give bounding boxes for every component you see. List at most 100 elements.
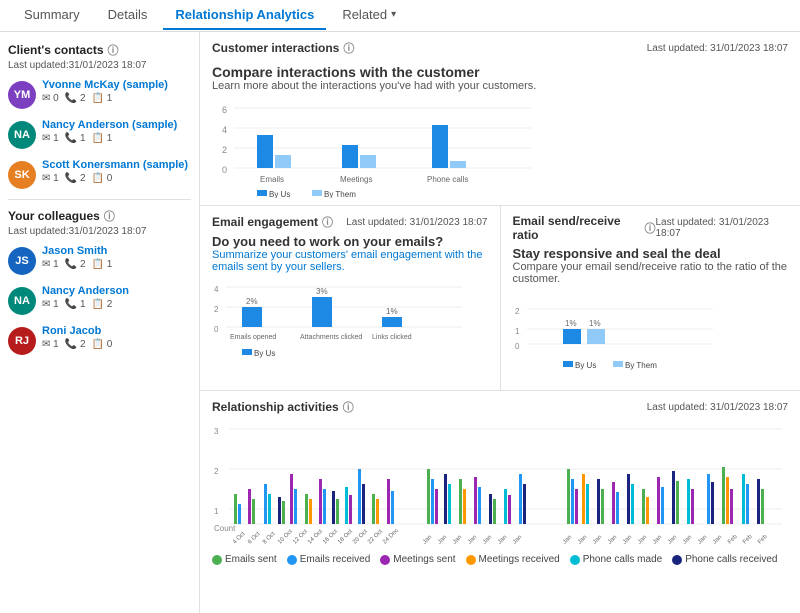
email-engagement-desc: Summarize your customers' email engageme… <box>212 249 488 273</box>
email-engagement-chart-svg: 4 2 0 2% 3% 1% <box>212 277 472 367</box>
client-contacts-title: Client's contacts ⓘ <box>8 42 191 58</box>
contact-name[interactable]: Yvonne McKay (sample) <box>42 79 191 91</box>
phone-count: 📞 2 <box>65 339 86 350</box>
activities-info-icon[interactable]: ⓘ <box>343 399 354 415</box>
relationship-activities-section: Relationship activities ⓘ Last updated: … <box>200 391 800 613</box>
interactions-chart-svg: 6 4 2 0 <box>212 98 552 198</box>
svg-text:20 Oct: 20 Oct <box>352 529 369 546</box>
colleague-item: RJ Roni Jacob ✉ 1 📞 2 📋 0 <box>8 325 191 355</box>
main-content: Client's contacts ⓘ Last updated:31/01/2… <box>0 32 800 613</box>
svg-text:Jan: Jan <box>467 534 478 545</box>
send-receive-updated: Last updated: 31/01/2023 18:07 <box>655 217 788 239</box>
colleagues-updated: Last updated:31/01/2023 18:07 <box>8 226 191 237</box>
send-receive-info-icon[interactable]: ⓘ <box>644 220 655 236</box>
contact-item: YM Yvonne McKay (sample) ✉ 0 📞 2 📋 1 <box>8 79 191 109</box>
avatar: SK <box>8 161 36 189</box>
svg-text:1%: 1% <box>386 307 398 316</box>
send-receive-chart-svg: 2 1 0 1% 1% By Us <box>513 289 733 379</box>
avatar: NA <box>8 121 36 149</box>
svg-text:18 Oct: 18 Oct <box>337 529 354 546</box>
svg-text:By Us: By Us <box>269 190 290 198</box>
meetings-received-color <box>466 555 476 565</box>
svg-text:2: 2 <box>222 145 227 155</box>
svg-text:1: 1 <box>214 507 219 516</box>
svg-text:2: 2 <box>214 305 219 314</box>
client-contacts-info-icon[interactable]: ⓘ <box>108 42 119 58</box>
tab-details[interactable]: Details <box>96 1 160 30</box>
contact-name[interactable]: Nancy Anderson (sample) <box>42 119 191 131</box>
legend-emails-received: Emails received <box>287 554 371 565</box>
send-receive-heading: Stay responsive and seal the deal <box>513 246 789 261</box>
svg-text:16 Oct: 16 Oct <box>322 529 339 546</box>
svg-text:2: 2 <box>214 467 219 476</box>
top-navigation: Summary Details Relationship Analytics R… <box>0 0 800 32</box>
svg-text:Jan: Jan <box>607 534 618 545</box>
svg-text:Jan: Jan <box>512 534 523 545</box>
email-engagement-info-icon[interactable]: ⓘ <box>322 214 333 230</box>
middle-cards-row: Email engagement ⓘ Last updated: 31/01/2… <box>200 206 800 391</box>
svg-text:Jan: Jan <box>482 534 493 545</box>
contact-name[interactable]: Scott Konersmann (sample) <box>42 159 191 171</box>
svg-text:0: 0 <box>214 325 219 334</box>
contact-name[interactable]: Jason Smith <box>42 245 191 257</box>
meetings-sent-color <box>380 555 390 565</box>
svg-text:0: 0 <box>222 165 227 175</box>
svg-text:Jan: Jan <box>497 534 508 545</box>
task-count: 📋 1 <box>92 93 113 104</box>
interactions-chart: 6 4 2 0 <box>200 94 800 205</box>
email-count: ✉ 0 <box>42 93 59 104</box>
colleagues-info-icon[interactable]: ⓘ <box>104 208 115 224</box>
interactions-title: Customer interactions ⓘ <box>212 40 354 56</box>
client-contacts-updated: Last updated:31/01/2023 18:07 <box>8 60 191 71</box>
interactions-desc: Learn more about the interactions you've… <box>212 80 788 92</box>
svg-text:4: 4 <box>214 285 219 294</box>
svg-text:14 Oct: 14 Oct <box>307 529 324 546</box>
svg-text:1: 1 <box>515 327 520 336</box>
send-receive-desc: Compare your email send/receive ratio to… <box>513 261 789 285</box>
panel-divider <box>8 199 191 200</box>
tab-related[interactable]: Related ▾ <box>330 1 408 30</box>
svg-text:0: 0 <box>515 342 520 351</box>
email-count: ✉ 1 <box>42 299 59 310</box>
svg-text:Attachments clicked: Attachments clicked <box>300 334 362 341</box>
task-count: 📋 1 <box>92 133 113 144</box>
email-engagement-updated: Last updated: 31/01/2023 18:07 <box>346 217 487 228</box>
legend-phone-calls-received: Phone calls received <box>672 554 777 565</box>
svg-text:3: 3 <box>214 427 219 436</box>
email-count: ✉ 1 <box>42 133 59 144</box>
svg-text:Emails: Emails <box>260 175 284 184</box>
contact-name[interactable]: Nancy Anderson <box>42 285 191 297</box>
svg-text:Jan: Jan <box>667 534 678 545</box>
phone-count: 📞 2 <box>65 93 86 104</box>
phone-count: 📞 2 <box>65 173 86 184</box>
contact-name[interactable]: Roni Jacob <box>42 325 191 337</box>
left-panel: Client's contacts ⓘ Last updated:31/01/2… <box>0 32 200 613</box>
contact-item: SK Scott Konersmann (sample) ✉ 1 📞 2 📋 0 <box>8 159 191 189</box>
contact-item: NA Nancy Anderson (sample) ✉ 1 📞 1 📋 1 <box>8 119 191 149</box>
send-receive-title: Email send/receive ratio ⓘ <box>513 214 656 242</box>
avatar: JS <box>8 247 36 275</box>
svg-text:Jan: Jan <box>592 534 603 545</box>
svg-text:Feb: Feb <box>727 533 739 545</box>
send-receive-chart: 2 1 0 1% 1% By Us <box>501 285 800 382</box>
svg-text:2%: 2% <box>246 297 258 306</box>
phone-calls-received-color <box>672 555 682 565</box>
svg-text:Emails opened: Emails opened <box>230 334 276 341</box>
svg-text:1%: 1% <box>565 319 577 328</box>
customer-interactions-card: Customer interactions ⓘ Last updated: 31… <box>200 32 800 206</box>
svg-text:Jan: Jan <box>422 534 433 545</box>
tab-relationship[interactable]: Relationship Analytics <box>163 1 326 30</box>
svg-text:By Us: By Us <box>575 361 596 370</box>
svg-text:By Us: By Us <box>254 349 275 358</box>
svg-text:Phone calls: Phone calls <box>427 175 468 184</box>
email-count: ✉ 1 <box>42 339 59 350</box>
task-count: 📋 1 <box>92 259 113 270</box>
legend-emails-sent: Emails sent <box>212 554 277 565</box>
phone-count: 📞 1 <box>65 299 86 310</box>
colleague-item: JS Jason Smith ✉ 1 📞 2 📋 1 <box>8 245 191 275</box>
phone-count: 📞 2 <box>65 259 86 270</box>
svg-text:12 Oct: 12 Oct <box>292 529 309 546</box>
interactions-info-icon[interactable]: ⓘ <box>343 40 354 56</box>
tab-summary[interactable]: Summary <box>12 1 92 30</box>
activities-title: Relationship activities ⓘ <box>212 399 354 415</box>
